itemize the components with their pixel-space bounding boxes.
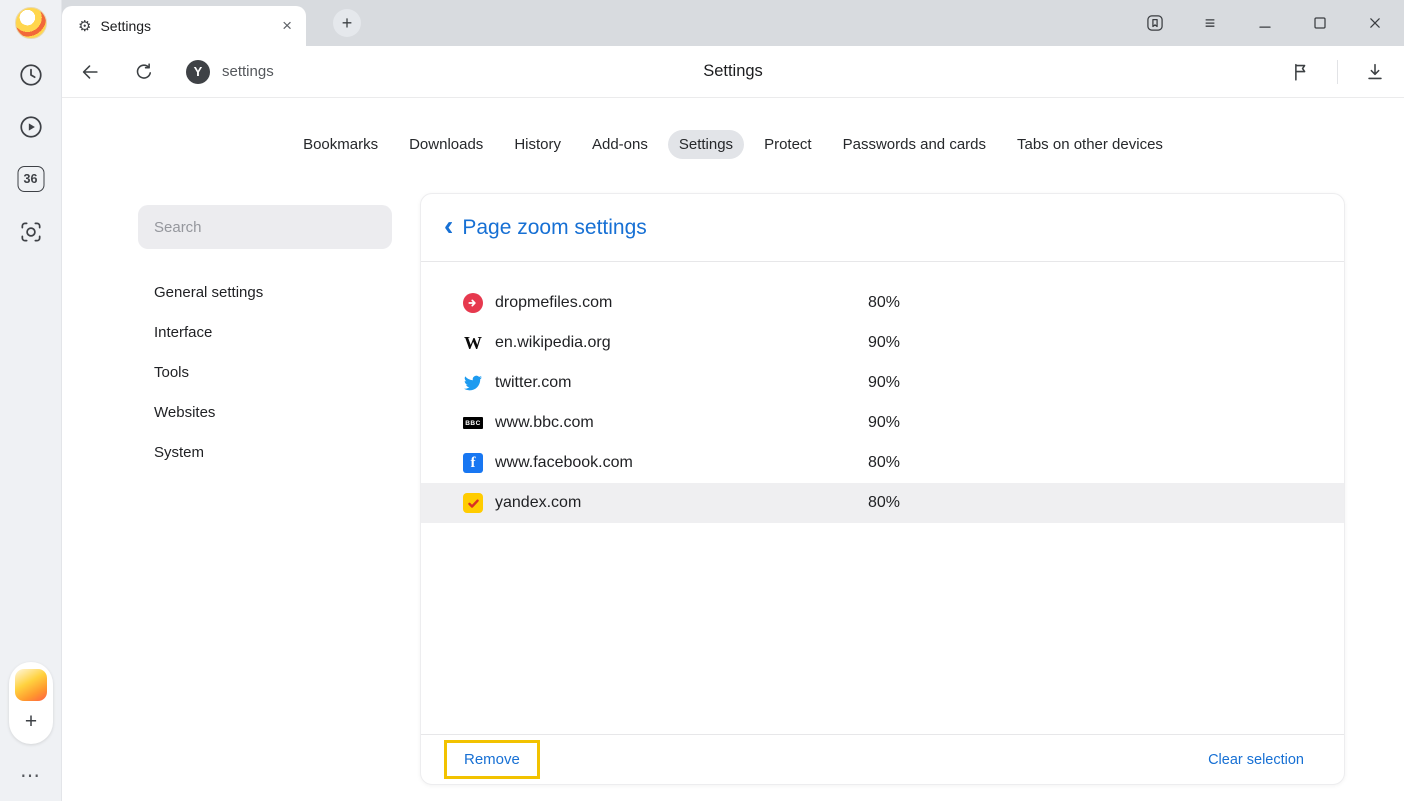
zoom-row-yandex[interactable]: yandex.com 80%: [421, 483, 1344, 523]
yandex-app-icon[interactable]: [15, 669, 47, 701]
zoom-percent: 80%: [868, 294, 900, 312]
page-zoom-card: ‹ Page zoom settings dropmefiles.com 80%…: [420, 193, 1345, 785]
tab-downloads[interactable]: Downloads: [398, 130, 494, 159]
bbc-favicon-wrap: BBC: [463, 413, 483, 433]
site-name: www.bbc.com: [495, 414, 868, 432]
tab-settings[interactable]: Settings: [668, 130, 744, 159]
search-input[interactable]: [138, 219, 392, 236]
zoom-row-twitter[interactable]: twitter.com 90%: [421, 363, 1344, 403]
dropmefiles-favicon: [463, 293, 483, 313]
add-app-icon[interactable]: +: [9, 706, 53, 738]
zoom-row-bbc[interactable]: BBC www.bbc.com 90%: [421, 403, 1344, 443]
menu-glyph: ≡: [1205, 13, 1216, 34]
tab-counter-value: 36: [24, 172, 38, 186]
wikipedia-favicon: W: [463, 333, 483, 353]
side-rail: 36 + ⋯: [0, 0, 62, 801]
zoom-row-dropmefiles[interactable]: dropmefiles.com 80%: [421, 283, 1344, 323]
tab-strip: ⚙ Settings × + ≡: [62, 0, 1404, 46]
window-controls: ≡: [1143, 0, 1387, 46]
sidebar-item-websites[interactable]: Websites: [120, 392, 410, 432]
pinned-app-panel: +: [9, 662, 53, 744]
twitter-favicon: [463, 373, 483, 393]
zoom-percent: 80%: [868, 494, 900, 512]
minimize-icon[interactable]: [1253, 11, 1277, 35]
zoom-header: ‹ Page zoom settings: [421, 194, 1344, 262]
sidebar-item-general[interactable]: General settings: [120, 272, 410, 312]
screenshot-icon[interactable]: [18, 219, 44, 245]
gear-icon: ⚙: [78, 17, 91, 35]
zoom-percent: 80%: [868, 454, 900, 472]
rail-more-icon[interactable]: ⋯: [20, 763, 41, 788]
tab-passwords[interactable]: Passwords and cards: [832, 130, 997, 159]
history-icon[interactable]: [18, 62, 44, 88]
facebook-favicon: f: [463, 453, 483, 473]
settings-sidebar: General settings Interface Tools Website…: [120, 190, 410, 785]
site-name: dropmefiles.com: [495, 294, 868, 312]
settings-page: Bookmarks Downloads History Add-ons Sett…: [62, 98, 1404, 801]
site-name: twitter.com: [495, 374, 868, 392]
site-name: en.wikipedia.org: [495, 334, 868, 352]
user-avatar[interactable]: [15, 7, 47, 39]
tab-title: Settings: [100, 18, 280, 34]
zoom-row-wikipedia[interactable]: W en.wikipedia.org 90%: [421, 323, 1344, 363]
toolbar-divider: [1337, 60, 1338, 84]
downloads-icon[interactable]: [1363, 60, 1387, 84]
tab-counter-badge[interactable]: 36: [17, 166, 44, 192]
toolbar-right: [1288, 60, 1387, 84]
zoom-percent: 90%: [868, 414, 900, 432]
search-box: [138, 205, 392, 249]
zoom-footer: Remove Clear selection: [421, 734, 1344, 784]
zoom-percent: 90%: [868, 374, 900, 392]
zoom-row-facebook[interactable]: f www.facebook.com 80%: [421, 443, 1344, 483]
settings-nav-tabs: Bookmarks Downloads History Add-ons Sett…: [62, 130, 1404, 159]
back-icon[interactable]: [78, 60, 102, 84]
site-badge[interactable]: Y: [186, 60, 210, 84]
menu-icon[interactable]: ≡: [1198, 11, 1222, 35]
sidebar-item-interface[interactable]: Interface: [120, 312, 410, 352]
tab-close-icon[interactable]: ×: [280, 16, 294, 36]
tab-protect[interactable]: Protect: [753, 130, 823, 159]
remove-button[interactable]: Remove: [444, 740, 540, 779]
site-name: yandex.com: [495, 494, 868, 512]
back-chevron-icon[interactable]: ‹: [444, 212, 453, 240]
zoom-percent: 90%: [868, 334, 900, 352]
browser-toolbar: Y settings Settings: [62, 46, 1404, 98]
tab-other-devices[interactable]: Tabs on other devices: [1006, 130, 1174, 159]
zoom-site-list: dropmefiles.com 80% W en.wikipedia.org 9…: [421, 262, 1344, 523]
video-play-icon[interactable]: [18, 114, 44, 140]
tab-addons[interactable]: Add-ons: [581, 130, 659, 159]
zoom-settings-title[interactable]: Page zoom settings: [462, 216, 646, 240]
tab-bookmarks[interactable]: Bookmarks: [292, 130, 389, 159]
clear-selection-link[interactable]: Clear selection: [1208, 752, 1304, 768]
address-bar-text[interactable]: settings: [222, 63, 274, 80]
reload-icon[interactable]: [132, 60, 156, 84]
browser-tab-settings[interactable]: ⚙ Settings ×: [62, 6, 306, 46]
bookmark-flag-icon[interactable]: [1288, 60, 1312, 84]
new-tab-button[interactable]: +: [333, 9, 361, 37]
tab-history[interactable]: History: [503, 130, 572, 159]
sidebar-item-system[interactable]: System: [120, 432, 410, 472]
sidebar-item-tools[interactable]: Tools: [120, 352, 410, 392]
settings-list: General settings Interface Tools Website…: [120, 272, 410, 472]
bbc-favicon: BBC: [463, 417, 483, 429]
site-name: www.facebook.com: [495, 454, 868, 472]
maximize-icon[interactable]: [1308, 11, 1332, 35]
yandex-favicon: [463, 493, 483, 513]
close-icon[interactable]: [1363, 11, 1387, 35]
collections-icon[interactable]: [1143, 11, 1167, 35]
